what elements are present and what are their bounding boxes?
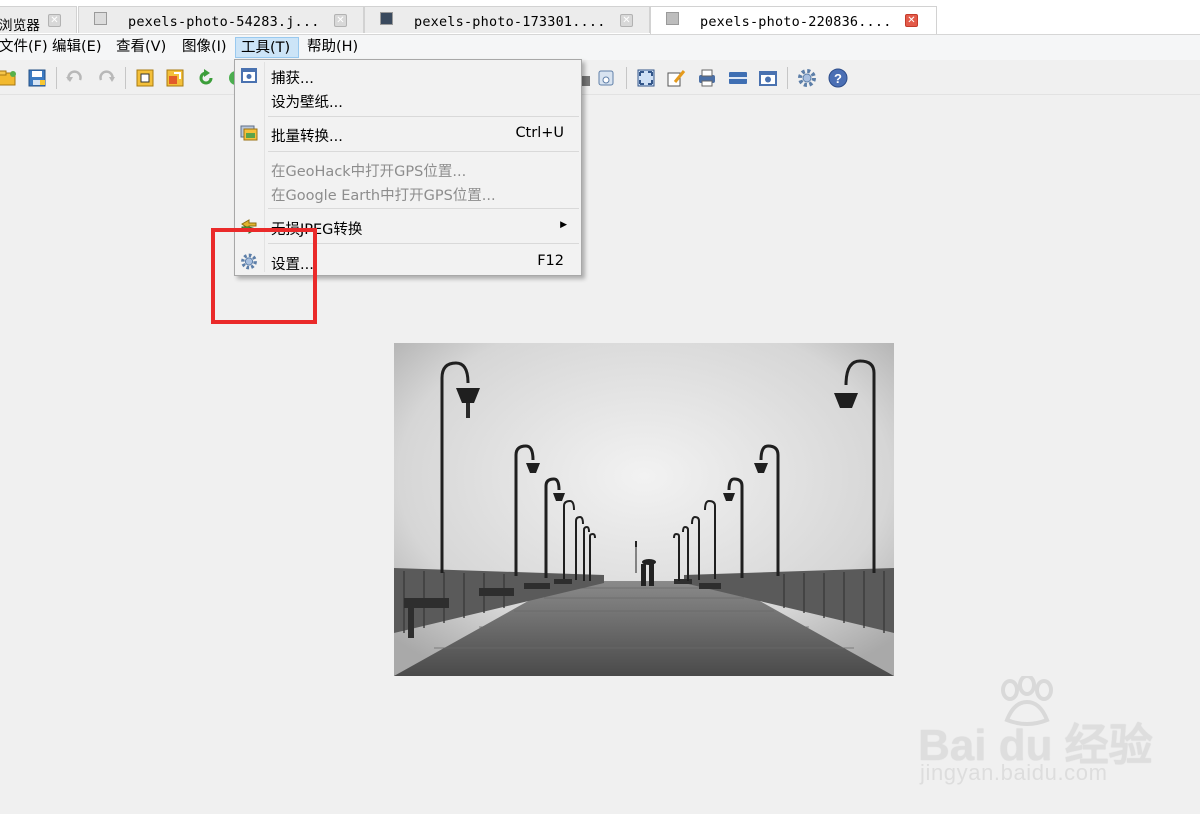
menu-item-capture[interactable]: 捕获... — [235, 64, 581, 88]
rotate-icon[interactable] — [196, 68, 216, 88]
capture-icon — [241, 68, 257, 83]
image-thumbnail-icon — [94, 12, 107, 25]
batch-convert-icon — [240, 125, 258, 141]
tab-browser[interactable]: 浏览器 ✕ — [0, 6, 77, 34]
svg-text:?: ? — [834, 71, 842, 86]
menu-item-google-earth: 在Google Earth中打开GPS位置... — [235, 181, 581, 205]
image-thumbnail-icon — [380, 12, 393, 25]
highlight-annotation-box — [211, 228, 317, 324]
menu-item-label: 设为壁纸... — [271, 95, 343, 111]
menu-separator — [268, 116, 579, 117]
capture-icon[interactable] — [758, 68, 778, 88]
submenu-arrow-icon: ▶ — [560, 220, 567, 230]
menu-item-batch-convert[interactable]: 批量转换... Ctrl+U — [235, 122, 581, 146]
toolbar-separator — [626, 67, 627, 89]
menu-file[interactable]: 文件(F) — [0, 37, 53, 58]
tab-close-icon[interactable]: ✕ — [905, 14, 918, 27]
tab-photo-173301[interactable]: pexels-photo-173301.... ✕ — [364, 6, 650, 33]
tab-label: pexels-photo-220836.... — [700, 14, 892, 30]
menu-item-label: 捕获... — [271, 71, 314, 87]
menu-item-set-wallpaper[interactable]: 设为壁纸... — [235, 88, 581, 112]
menu-help[interactable]: 帮助(H) — [302, 37, 363, 58]
toolbar: ? — [0, 60, 1200, 95]
scan-icon[interactable] — [728, 68, 748, 88]
tab-strip: 浏览器 ✕ pexels-photo-54283.j... ✕ pexels-p… — [0, 0, 1200, 35]
watermark-url: jingyan.baidu.com — [920, 760, 1108, 785]
image-thumbnail-icon — [666, 12, 679, 25]
redo-icon[interactable] — [96, 68, 116, 88]
tab-label: 浏览器 — [0, 18, 41, 34]
tab-label: pexels-photo-173301.... — [414, 14, 606, 30]
menu-item-shortcut: F12 — [537, 253, 564, 269]
menu-item-label: 在Google Earth中打开GPS位置... — [271, 188, 496, 204]
toolbar-separator — [125, 67, 126, 89]
displayed-photo — [394, 343, 894, 676]
menu-bar: 文件(F) 编辑(E) 查看(V) 图像(I) 工具(T) 帮助(H) — [0, 35, 1200, 60]
resize-icon[interactable] — [165, 68, 185, 88]
tab-close-icon[interactable]: ✕ — [48, 14, 61, 27]
crop-icon[interactable] — [135, 68, 155, 88]
folder-icon[interactable] — [0, 68, 18, 88]
tab-close-icon[interactable]: ✕ — [620, 14, 633, 27]
save-icon[interactable] — [27, 68, 47, 88]
edit-icon[interactable] — [666, 68, 686, 88]
toolbar-separator — [787, 67, 788, 89]
print-icon[interactable] — [697, 68, 717, 88]
menu-view[interactable]: 查看(V) — [111, 37, 171, 58]
menu-separator — [268, 208, 579, 209]
menu-item-label: 批量转换... — [271, 129, 343, 145]
menu-item-geohack: 在GeoHack中打开GPS位置... — [235, 157, 581, 181]
fit-icon[interactable] — [636, 68, 656, 88]
help-icon[interactable]: ? — [828, 68, 848, 88]
tab-photo-220836[interactable]: pexels-photo-220836.... ✕ — [650, 6, 937, 34]
toolbar-separator — [56, 67, 57, 89]
tab-close-icon[interactable]: ✕ — [334, 14, 347, 27]
baidu-jingyan-watermark: Bai du 经验 jingyan.baidu.com — [918, 676, 1153, 796]
settings-gear-icon[interactable] — [797, 68, 817, 88]
tab-label: pexels-photo-54283.j... — [128, 14, 320, 30]
menu-edit[interactable]: 编辑(E) — [47, 37, 106, 58]
undo-icon[interactable] — [65, 68, 85, 88]
menu-item-shortcut: Ctrl+U — [515, 125, 564, 141]
menu-item-label: 在GeoHack中打开GPS位置... — [271, 164, 467, 180]
menu-tools[interactable]: 工具(T) — [235, 37, 299, 58]
menu-image[interactable]: 图像(I) — [177, 37, 232, 58]
menu-separator — [268, 151, 579, 152]
tab-photo-54283[interactable]: pexels-photo-54283.j... ✕ — [78, 6, 364, 33]
info-icon[interactable] — [596, 68, 616, 88]
